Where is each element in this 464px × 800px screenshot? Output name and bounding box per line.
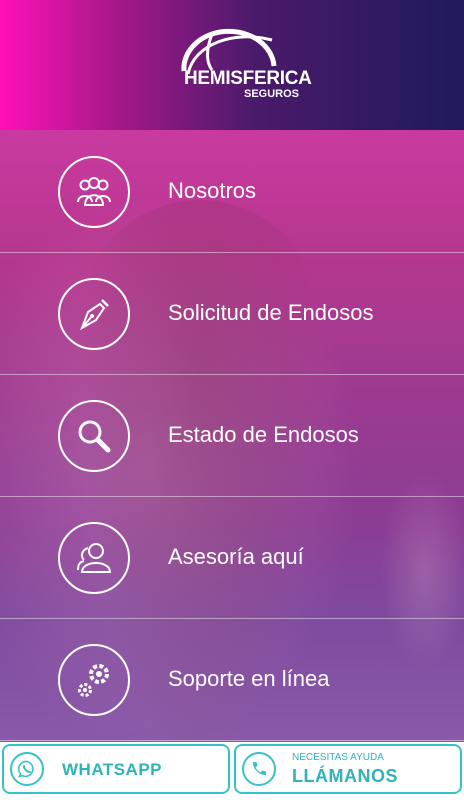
- advisor-users-icon: [58, 522, 130, 594]
- call-button[interactable]: NECESITAS AYUDA LLÁMANOS: [234, 744, 462, 794]
- menu-item-soporte[interactable]: Soporte en línea: [0, 618, 464, 741]
- hemisferica-logo: HEMISFERICA SEGUROS: [154, 26, 314, 106]
- app-header: HEMISFERICA SEGUROS: [0, 0, 464, 130]
- pen-nib-icon: [58, 278, 130, 350]
- whatsapp-icon: [10, 752, 44, 786]
- menu-label: Solicitud de Endosos: [168, 300, 374, 325]
- menu-label: Nosotros: [168, 178, 257, 203]
- logo-title: HEMISFERICA: [184, 68, 312, 89]
- whatsapp-label: WHATSAPP: [62, 760, 163, 779]
- logo-subtitle: SEGUROS: [244, 88, 300, 100]
- magnifier-icon: [58, 400, 130, 472]
- phone-icon: [242, 752, 276, 786]
- call-help-text: NECESITAS AYUDA: [292, 752, 384, 763]
- menu-label: Asesoría aquí: [168, 544, 304, 569]
- contact-bar: WHATSAPP NECESITAS AYUDA LLÁMANOS: [0, 742, 464, 800]
- group-icon: [58, 156, 130, 228]
- menu-label: Estado de Endosos: [168, 422, 359, 447]
- call-label: LLÁMANOS: [292, 766, 398, 786]
- menu-item-estado-endosos[interactable]: Estado de Endosos: [0, 374, 464, 497]
- whatsapp-button[interactable]: WHATSAPP: [2, 744, 230, 794]
- menu-label: Soporte en línea: [168, 666, 330, 691]
- menu-item-nosotros[interactable]: Nosotros: [0, 130, 464, 253]
- menu-item-asesoria[interactable]: Asesoría aquí: [0, 496, 464, 619]
- gears-icon: [58, 644, 130, 716]
- main-menu: Nosotros Solicitud de Endosos Estado de …: [0, 130, 464, 742]
- menu-item-solicitud-endosos[interactable]: Solicitud de Endosos: [0, 252, 464, 375]
